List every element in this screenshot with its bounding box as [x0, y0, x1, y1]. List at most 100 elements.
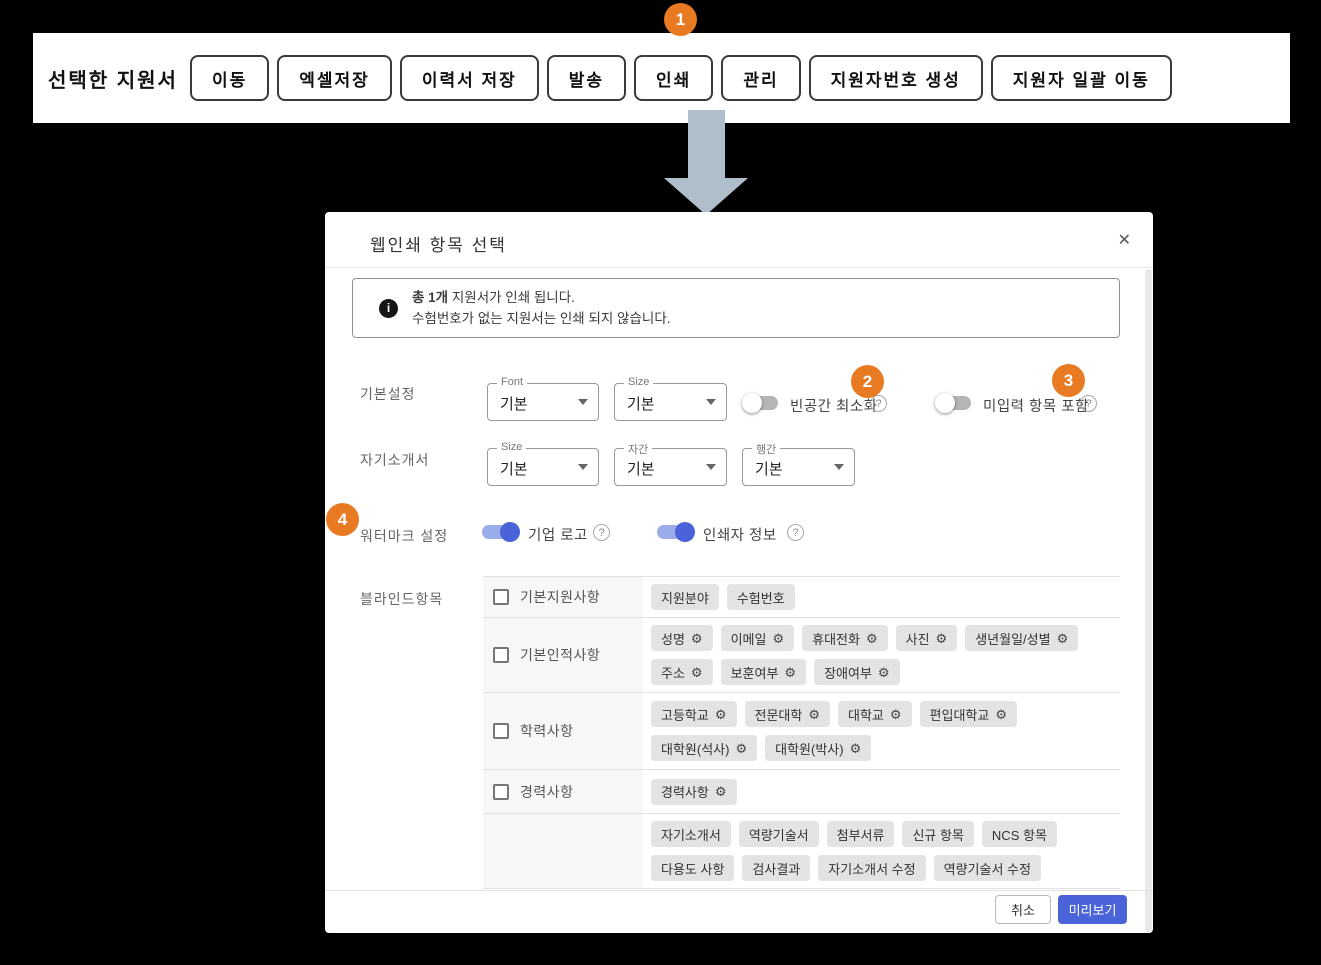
blind-item-chip[interactable]: 휴대전화 ⚙ [802, 625, 888, 651]
blind-item-chip[interactable]: 이메일 ⚙ [720, 625, 795, 651]
blind-item-chip[interactable]: 첨부서류 [826, 821, 895, 847]
blind-item-chip[interactable]: 생년월일/성별 ⚙ [965, 625, 1079, 651]
chip-label: 고등학교 [661, 707, 709, 723]
blind-item-chip[interactable]: 보훈여부 ⚙ [720, 659, 807, 685]
callout-badge-2: 2 [851, 365, 884, 398]
checkbox[interactable] [493, 647, 509, 663]
cover-size-select[interactable]: Size 기본 [487, 441, 599, 486]
selected-applications-label: 선택한 지원서 [48, 69, 178, 92]
blind-item-chip[interactable]: 사진 ⚙ [895, 625, 958, 651]
blind-item-chip[interactable]: 검사결과 [742, 855, 811, 881]
resume-save-button[interactable]: 이력서 저장 [399, 55, 539, 101]
blind-item-chip[interactable]: 장애여부 ⚙ [814, 659, 900, 685]
gear-icon[interactable]: ⚙ [735, 742, 747, 755]
minimize-blank-space-toggle[interactable] [742, 393, 782, 413]
checkbox[interactable] [493, 783, 509, 800]
chip-line: 대학원(석사) ⚙ 대학원(박사) ⚙ [651, 735, 1120, 761]
gear-icon[interactable]: ⚙ [866, 632, 878, 645]
watermark-settings-label: 워터마크 설정 [360, 528, 449, 544]
manage-button[interactable]: 관리 [721, 55, 801, 101]
letter-spacing-legend: 자간 [624, 441, 653, 457]
gear-icon[interactable]: ⚙ [691, 666, 703, 679]
toggle-knob [742, 393, 762, 413]
font-select-legend: Font [497, 376, 528, 388]
chip-line: 주소 ⚙ 보훈여부 ⚙ 장애여부 ⚙ [651, 659, 1120, 685]
gear-icon[interactable]: ⚙ [850, 742, 862, 755]
callout-badge-3: 3 [1052, 364, 1085, 397]
checkbox[interactable] [493, 723, 509, 739]
chip-label: 이메일 [730, 631, 767, 647]
blind-item-chip[interactable]: 대학원(박사) ⚙ [765, 735, 872, 761]
help-icon[interactable] [593, 524, 610, 541]
gear-icon[interactable]: ⚙ [995, 708, 1007, 721]
preview-button[interactable]: 미리보기 [1058, 895, 1127, 924]
send-button[interactable]: 발송 [546, 55, 627, 101]
blind-item-chip[interactable]: 성명 ⚙ [651, 625, 713, 651]
cover-letter-label: 자기소개서 [360, 452, 430, 468]
gear-icon[interactable]: ⚙ [878, 666, 890, 679]
chip-label: 신규 항목 [912, 827, 964, 843]
chevron-down-icon [706, 399, 716, 405]
blind-item-chip[interactable]: NCS 항목 [981, 821, 1057, 847]
blind-item-chip[interactable]: 대학교 ⚙ [838, 701, 912, 727]
include-empty-fields-toggle[interactable] [935, 393, 975, 413]
close-icon[interactable]: ✕ [1118, 230, 1131, 250]
gear-icon[interactable]: ⚙ [691, 632, 703, 645]
callout-badge-4: 4 [326, 503, 359, 536]
blind-item-chip[interactable]: 고등학교 ⚙ [651, 701, 737, 727]
blind-row-header: 기본지원사항 [483, 577, 643, 617]
excel-save-button[interactable]: 엑셀저장 [277, 55, 392, 101]
blind-item-chip[interactable]: 전문대학 ⚙ [744, 701, 830, 727]
chip-label: 편입대학교 [929, 707, 990, 723]
blind-chip-area: 지원분야 수험번호 [643, 577, 1120, 617]
gear-icon[interactable]: ⚙ [784, 666, 796, 679]
size-select[interactable]: Size 기본 [614, 376, 727, 421]
printer-info-toggle[interactable] [655, 522, 695, 542]
blind-item-chip[interactable]: 역량기술서 수정 [933, 855, 1041, 881]
gear-icon[interactable]: ⚙ [936, 632, 948, 645]
blind-item-chip[interactable]: 수험번호 [726, 584, 795, 610]
blind-item-chip[interactable]: 자기소개서 [651, 821, 731, 847]
blind-item-chip[interactable]: 편입대학교 ⚙ [919, 701, 1018, 727]
gear-icon[interactable]: ⚙ [1057, 632, 1069, 645]
line-spacing-legend: 행간 [752, 441, 781, 457]
blind-item-chip[interactable]: 신규 항목 [902, 821, 974, 847]
blind-item-chip[interactable]: 대학원(석사) ⚙ [651, 735, 758, 761]
blind-item-chip[interactable]: 자기소개서 수정 [818, 855, 926, 881]
font-select[interactable]: Font 기본 [487, 376, 599, 421]
blind-item-chip[interactable]: 주소 ⚙ [651, 659, 713, 685]
chip-label: 성명 [661, 631, 685, 647]
toggle-knob [675, 522, 695, 542]
move-button[interactable]: 이동 [189, 55, 270, 101]
checkbox[interactable] [493, 589, 509, 605]
bulk-move-applicants-button[interactable]: 지원자 일괄 이동 [990, 55, 1172, 101]
company-logo-toggle[interactable] [480, 522, 520, 542]
generate-applicant-number-button[interactable]: 지원자번호 생성 [808, 55, 983, 101]
modal-scrollbar[interactable] [1145, 269, 1152, 932]
chip-line: 자기소개서 역량기술서 첨부서류 신규 항목 NCS 항목 [651, 821, 1120, 847]
blind-group-label: 학력사항 [520, 723, 574, 739]
blind-item-chip[interactable]: 지원분야 [651, 584, 719, 610]
blind-chip-area: 고등학교 ⚙ 전문대학 ⚙ 대학교 ⚙ 편입대학교 ⚙ 대학원(석사) ⚙ 대학원(박사) ⚙ [643, 693, 1120, 769]
line-spacing-select[interactable]: 행간 기본 [742, 441, 855, 486]
blind-item-chip[interactable]: 다용도 사항 [651, 855, 735, 881]
letter-spacing-value: 기본 [627, 461, 655, 478]
blind-chip-area: 경력사항 ⚙ [643, 770, 1120, 813]
gear-icon[interactable]: ⚙ [772, 632, 784, 645]
blind-item-chip[interactable]: 경력사항 ⚙ [651, 778, 737, 805]
gear-icon[interactable]: ⚙ [808, 708, 820, 721]
gear-icon[interactable]: ⚙ [890, 708, 902, 721]
letter-spacing-select[interactable]: 자간 기본 [614, 441, 727, 486]
blind-item-chip[interactable]: 역량기술서 [738, 821, 819, 847]
chip-label: 대학원(박사) [775, 741, 844, 757]
cancel-button[interactable]: 취소 [995, 895, 1051, 924]
chip-label: 대학교 [848, 707, 884, 723]
help-icon[interactable] [1080, 395, 1097, 412]
help-icon[interactable] [870, 395, 887, 412]
gear-icon[interactable]: ⚙ [715, 708, 727, 721]
gear-icon[interactable]: ⚙ [715, 785, 727, 798]
help-icon[interactable] [787, 524, 804, 541]
chip-label: 다용도 사항 [661, 861, 725, 877]
print-button[interactable]: 인쇄 [634, 55, 714, 101]
cover-size-legend: Size [497, 441, 527, 453]
